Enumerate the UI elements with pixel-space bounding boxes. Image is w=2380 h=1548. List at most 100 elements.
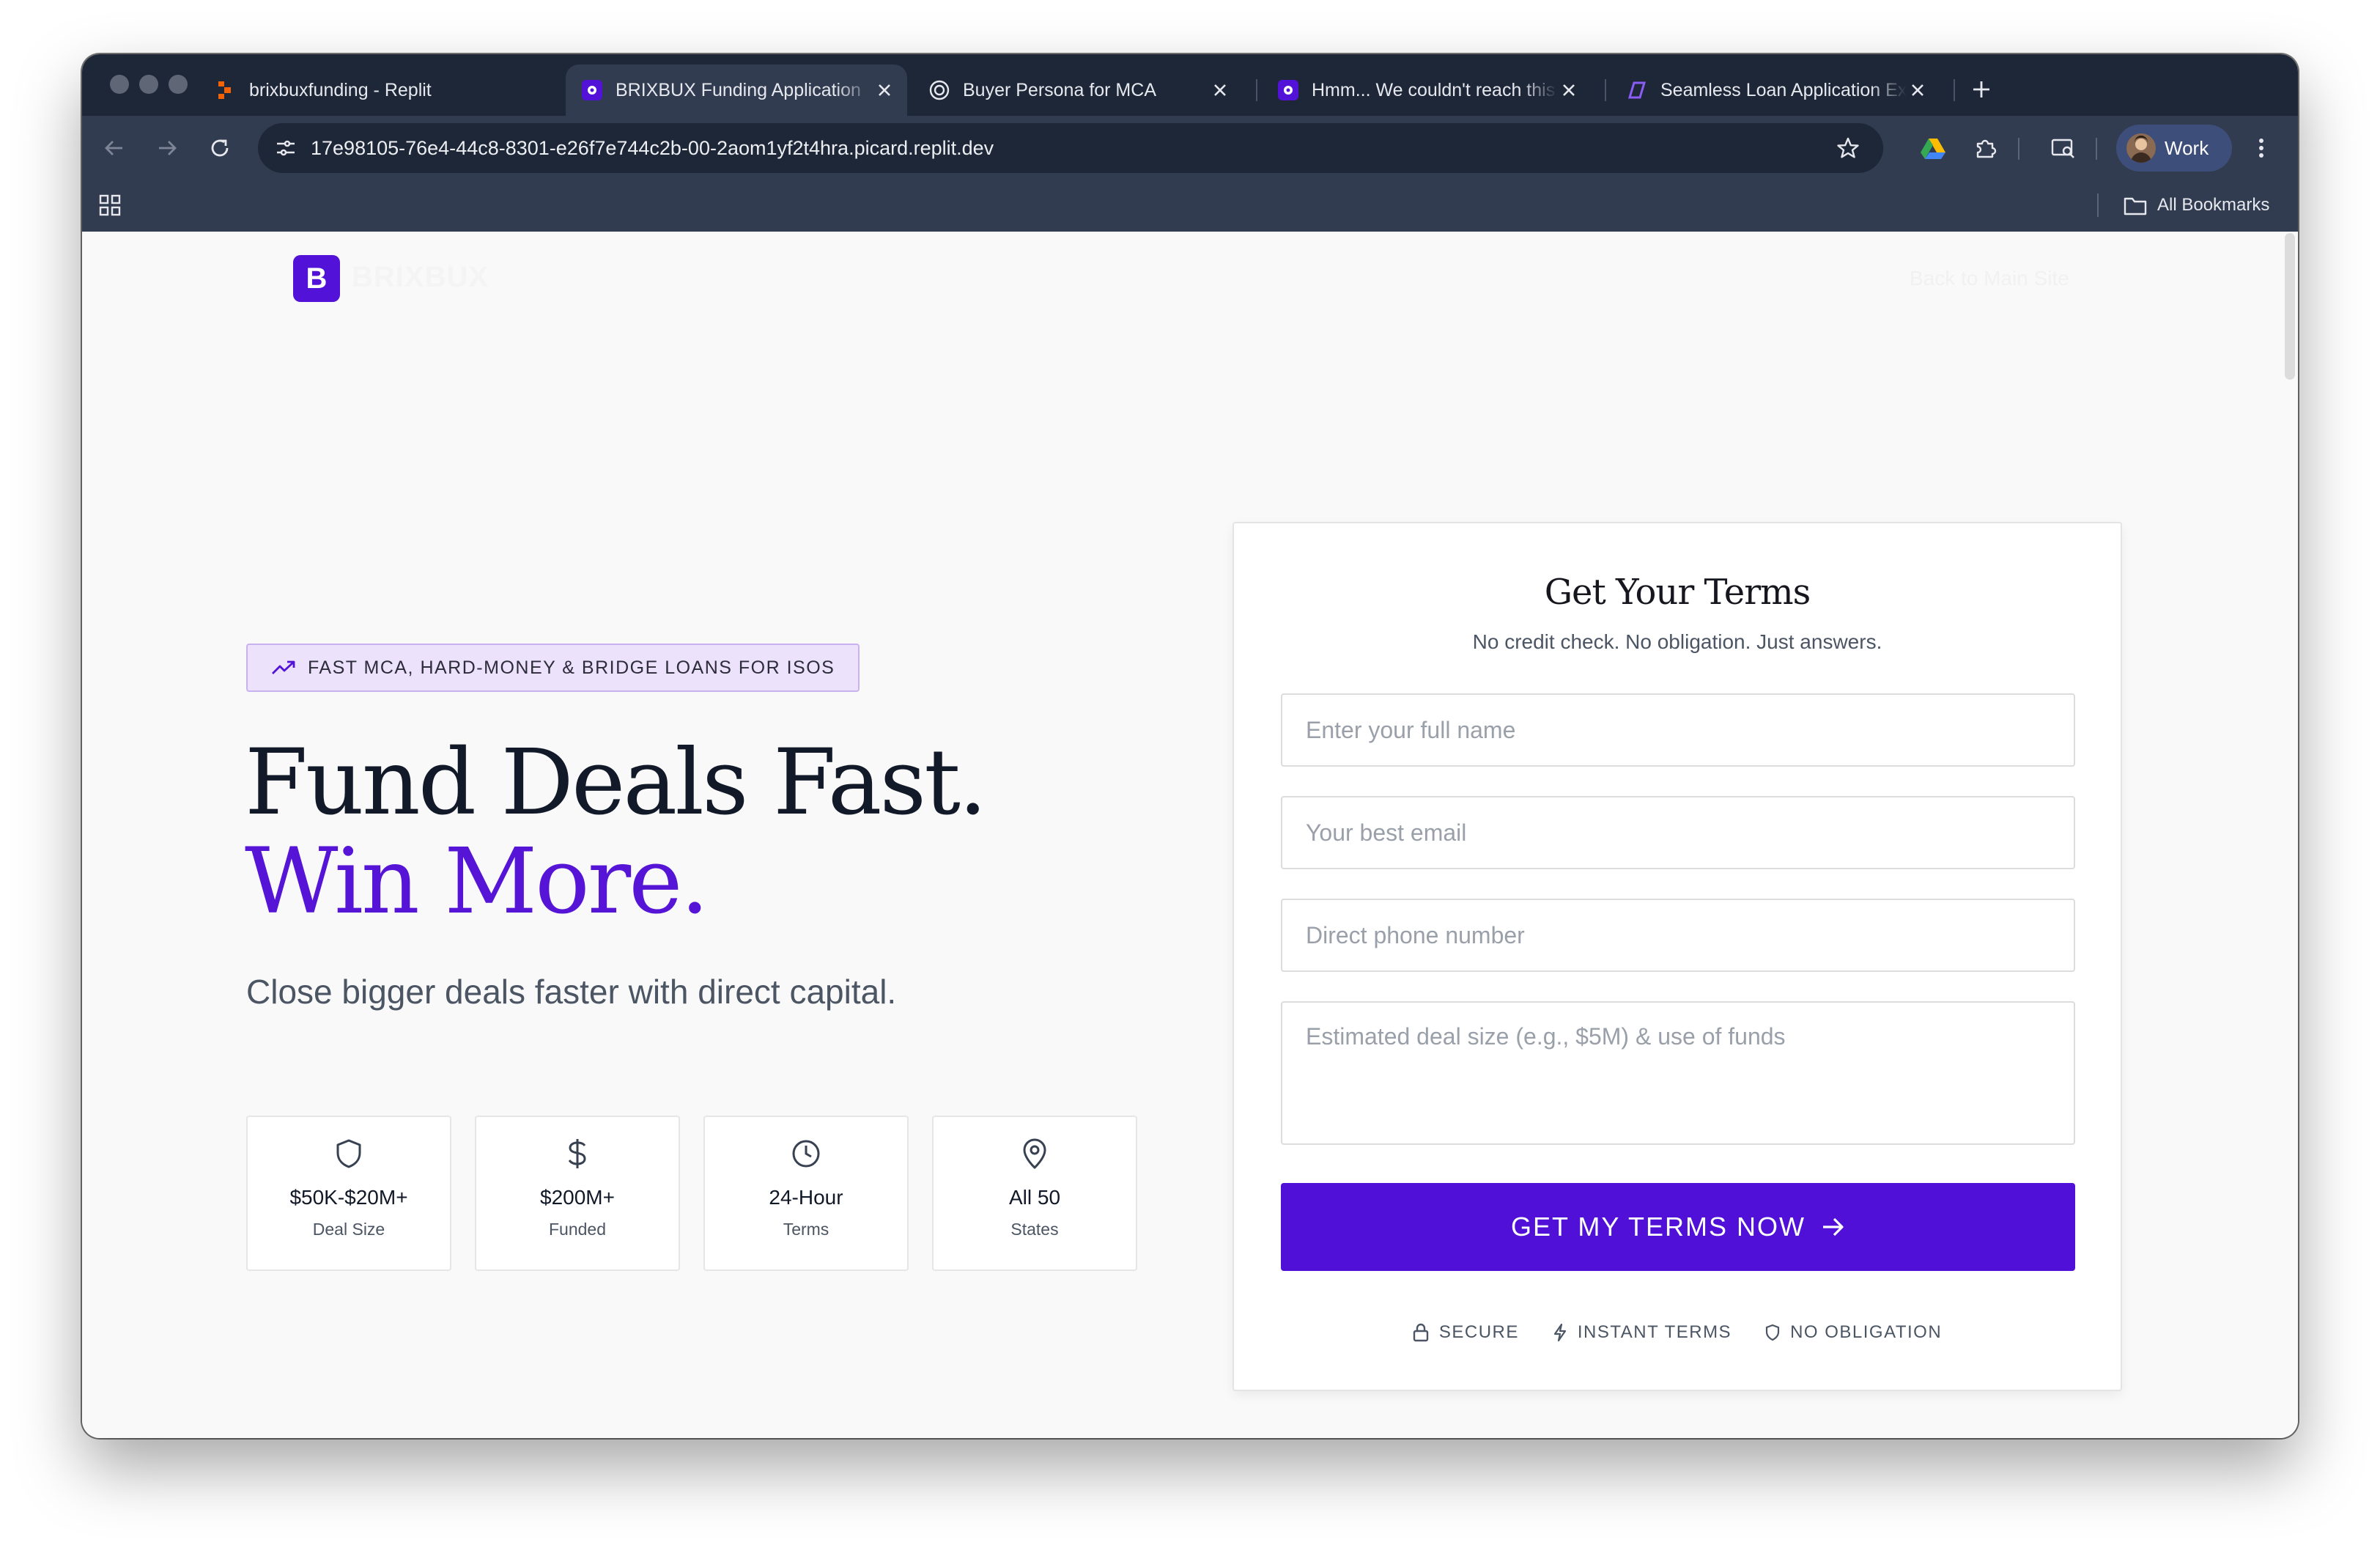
tab-title: brixbuxfunding - Replit [249, 79, 432, 100]
browser-toolbar: 17e98105-76e4-44c8-8301-e26f7e744c2b-00-… [82, 116, 2298, 179]
back-to-main-site-link[interactable]: Back to Main Site [1910, 267, 2069, 290]
new-tab-button[interactable] [1964, 72, 1999, 107]
tab-separator [1605, 79, 1606, 101]
hero-headline-line-1: Fund Deals Fast. [245, 730, 987, 836]
stat-label: Terms [783, 1220, 829, 1239]
stat-card-terms: 24-Hour Terms [703, 1116, 909, 1271]
arrow-right-icon [159, 141, 177, 155]
trust-label: NO OBLIGATION [1790, 1322, 1943, 1342]
cast-button[interactable] [2043, 128, 2084, 169]
google-drive-button[interactable] [1912, 128, 1954, 169]
trending-up-icon [272, 660, 295, 674]
folder-icon [2124, 197, 2147, 215]
trust-secure: SECURE [1413, 1322, 1519, 1343]
browser-window: brixbuxfunding - Replit BRIXBUX Funding … [82, 54, 2298, 1438]
tab-title: Seamless Loan Application Ex [1660, 79, 1907, 100]
avatar [2126, 133, 2156, 163]
get-terms-form-card: Get Your Terms No credit check. No oblig… [1232, 522, 2122, 1391]
forward-button[interactable] [147, 128, 188, 169]
plus-icon [1973, 81, 1989, 97]
tune-icon [277, 140, 295, 156]
tab-seamless-loan[interactable]: Seamless Loan Application Ex [1611, 64, 1940, 116]
replit-icon [215, 80, 236, 100]
shield-icon [1765, 1324, 1780, 1341]
form-title: Get Your Terms [1544, 572, 1811, 613]
phone-field[interactable] [1281, 899, 2075, 972]
toolbar-separator [2018, 138, 2019, 160]
more-vert-icon [2259, 139, 2263, 158]
profile-label: Work [2165, 136, 2209, 159]
all-bookmarks-button[interactable]: All Bookmarks [2124, 179, 2269, 232]
trust-label: INSTANT TERMS [1577, 1322, 1732, 1342]
brixbux-icon [1278, 80, 1298, 100]
star-icon [1837, 137, 1859, 158]
stat-label: Deal Size [312, 1220, 385, 1239]
google-drive-icon [1921, 139, 1945, 159]
lock-icon [1413, 1323, 1429, 1342]
hero-headline-line-2: Win More. [245, 829, 709, 935]
bolt-icon [1553, 1323, 1566, 1342]
email-field[interactable] [1281, 796, 2075, 869]
extensions-button[interactable] [1965, 128, 2006, 169]
site-info-button[interactable] [268, 130, 303, 166]
reload-button[interactable] [199, 128, 240, 169]
stat-value: 24-Hour [769, 1186, 843, 1209]
clock-icon [791, 1138, 821, 1170]
logo-text[interactable]: BRIXBUX [352, 261, 489, 294]
stat-card-deal-size: $50K-$20M+ Deal Size [246, 1116, 451, 1271]
bookmark-star-button[interactable] [1833, 133, 1863, 163]
scrollbar-thumb[interactable] [2285, 233, 2295, 380]
brixbux-icon [582, 80, 602, 100]
trust-label: SECURE [1438, 1322, 1519, 1342]
close-tab-icon[interactable] [1558, 79, 1580, 101]
stat-value: $50K-$20M+ [289, 1186, 408, 1209]
hero-subheadline: Close bigger deals faster with direct ca… [246, 973, 897, 1011]
browser-menu-button[interactable] [2241, 128, 2282, 169]
get-my-terms-button[interactable]: GET MY TERMS NOW [1281, 1183, 2075, 1271]
map-pin-icon [1021, 1138, 1048, 1170]
stat-card-states: All 50 States [932, 1116, 1137, 1271]
trust-no-obligation: NO OBLIGATION [1765, 1322, 1942, 1343]
logo-mark[interactable]: B [293, 255, 340, 302]
address-bar[interactable]: 17e98105-76e4-44c8-8301-e26f7e744c2b-00-… [258, 123, 1883, 173]
full-name-field[interactable] [1281, 693, 2075, 767]
page-viewport: B BRIXBUX Back to Main Site FAST MCA, HA… [82, 232, 2298, 1438]
form-subtitle: No credit check. No obligation. Just ans… [1472, 630, 1882, 653]
puzzle-icon [1976, 139, 1997, 158]
tab-brixbux-application[interactable]: BRIXBUX Funding Application [566, 64, 907, 116]
close-tab-icon[interactable] [873, 79, 895, 101]
dollar-icon [566, 1138, 588, 1170]
reload-icon [211, 139, 229, 157]
tab-separator [1256, 79, 1257, 101]
tab-separator [1954, 79, 1955, 101]
close-tab-icon[interactable] [1209, 79, 1231, 101]
openai-icon [929, 80, 950, 100]
stat-card-funded: $200M+ Funded [475, 1116, 680, 1271]
app-icon [1627, 80, 1647, 100]
stat-value: All 50 [1008, 1186, 1061, 1209]
eyebrow-text: FAST MCA, HARD-MONEY & BRIDGE LOANS FOR … [308, 657, 835, 678]
trust-badges: SECURE INSTANT TERMS NO OBLIGATION [1234, 1322, 2121, 1343]
tab-unreachable-page[interactable]: Hmm... We couldn't reach this page [1262, 64, 1592, 116]
stat-label: Funded [548, 1220, 606, 1239]
bookmarks-bar: All Bookmarks [82, 179, 2298, 232]
submit-label: GET MY TERMS NOW [1510, 1212, 1806, 1242]
zoom-window-button[interactable] [169, 75, 188, 94]
tab-title: Buyer Persona for MCA [963, 79, 1156, 100]
toolbar-separator [2096, 138, 2097, 160]
close-window-button[interactable] [110, 75, 129, 94]
all-bookmarks-label: All Bookmarks [2157, 195, 2270, 215]
close-tab-icon[interactable] [1907, 79, 1929, 101]
url-text: 17e98105-76e4-44c8-8301-e26f7e744c2b-00-… [311, 137, 994, 159]
profile-button[interactable]: Work [2116, 125, 2232, 172]
trust-instant-terms: INSTANT TERMS [1553, 1322, 1732, 1343]
stat-value: $200M+ [540, 1186, 615, 1209]
deal-size-field[interactable] [1281, 1001, 2075, 1145]
minimize-window-button[interactable] [139, 75, 158, 94]
tab-buyer-persona[interactable]: Buyer Persona for MCA [913, 64, 1243, 116]
back-button[interactable] [94, 128, 135, 169]
apps-grid-icon[interactable] [97, 192, 123, 218]
arrow-right-icon [1823, 1217, 1844, 1236]
stat-label: States [1010, 1220, 1059, 1239]
tab-title: Hmm... We couldn't reach this page [1312, 79, 1558, 100]
